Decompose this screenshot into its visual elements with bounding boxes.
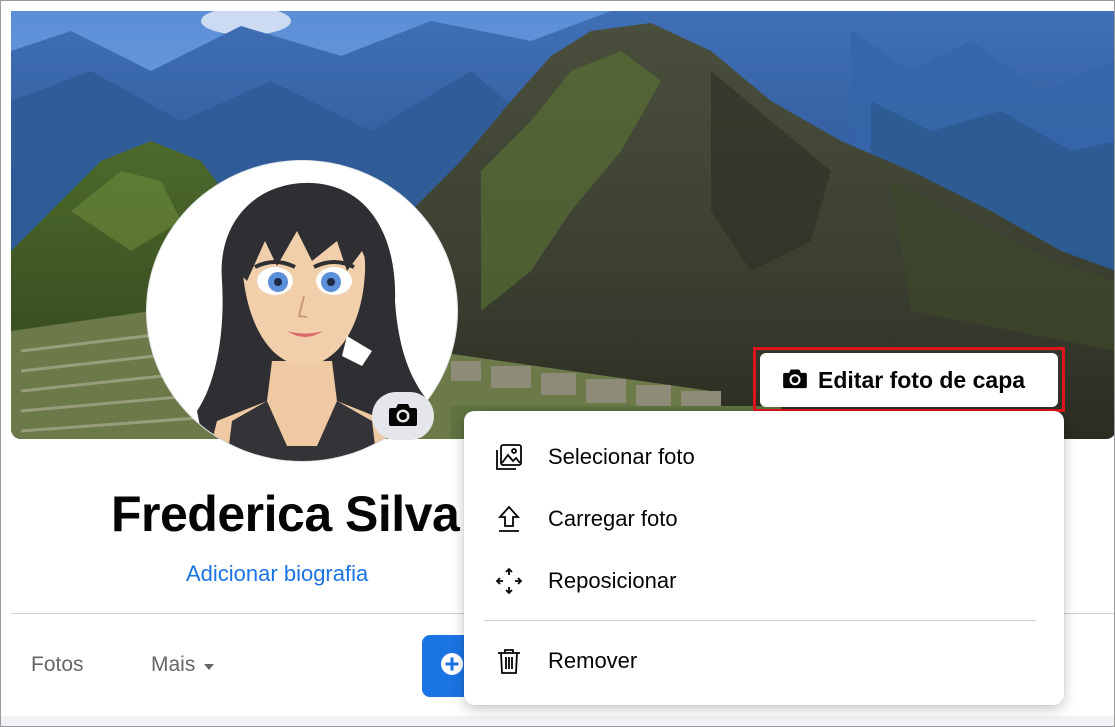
- move-arrows-icon: [492, 564, 526, 598]
- profile-page: Editar foto de capa Frederica Silva Adic…: [0, 0, 1115, 727]
- menu-separator: [484, 620, 1036, 621]
- page-background-strip: [1, 716, 1114, 726]
- plus-circle-icon: [440, 652, 464, 681]
- trash-icon: [492, 644, 526, 678]
- tab-mais-label: Mais: [151, 653, 196, 676]
- edit-cover-photo-button[interactable]: Editar foto de capa: [760, 353, 1058, 407]
- menu-item-label: Remover: [548, 648, 638, 673]
- add-bio-link[interactable]: Adicionar biografia: [186, 561, 368, 587]
- menu-item-label: Reposicionar: [548, 568, 677, 593]
- menu-item-remove[interactable]: Remover: [464, 633, 1064, 689]
- menu-item-select-photo[interactable]: Selecionar foto: [464, 429, 1064, 485]
- update-avatar-button[interactable]: [372, 392, 434, 440]
- cover-photo-menu: Selecionar foto Carregar foto Reposicion…: [464, 411, 1064, 705]
- edit-cover-label: Editar foto de capa: [818, 366, 1026, 393]
- photo-select-icon: [492, 440, 526, 474]
- caret-down-icon: [203, 653, 215, 677]
- camera-icon: [388, 401, 418, 432]
- tab-mais[interactable]: Mais: [151, 653, 215, 677]
- tab-fotos[interactable]: Fotos: [31, 653, 84, 677]
- menu-item-label: Selecionar foto: [548, 444, 695, 469]
- menu-item-upload-photo[interactable]: Carregar foto: [464, 491, 1064, 547]
- menu-item-reposition[interactable]: Reposicionar: [464, 553, 1064, 609]
- profile-name: Frederica Silva: [111, 486, 460, 542]
- menu-item-label: Carregar foto: [548, 506, 678, 531]
- camera-icon: [782, 367, 808, 394]
- upload-icon: [492, 502, 526, 536]
- tab-fotos-label: Fotos: [31, 653, 84, 676]
